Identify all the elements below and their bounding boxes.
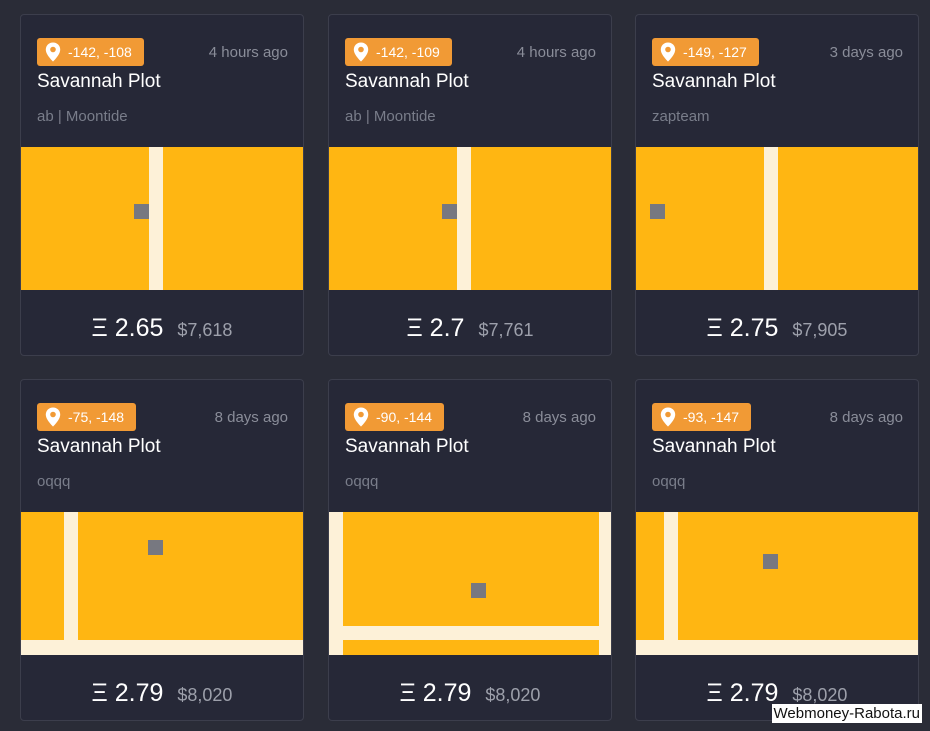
plot-title: Savannah Plot	[345, 436, 469, 457]
plot-title: Savannah Plot	[345, 71, 469, 92]
eth-price: Ξ 2.7	[406, 314, 465, 342]
coordinates-badge: -142, -108	[37, 38, 144, 66]
price-row: Ξ 2.7 $7,761	[329, 314, 611, 343]
plot-map	[636, 147, 918, 290]
road	[21, 640, 303, 655]
coordinates-badge: -149, -127	[652, 38, 759, 66]
plot-marker	[650, 204, 665, 219]
watermark: Webmoney-Rabota.ru	[771, 704, 922, 723]
location-pin-icon	[45, 42, 61, 62]
location-pin-icon	[45, 407, 61, 427]
plot-listing-grid: -142, -108 4 hours ago Savannah Plot ab …	[0, 0, 930, 731]
listing-time: 8 days ago	[522, 409, 596, 426]
price-row: Ξ 2.65 $7,618	[21, 314, 303, 343]
coordinates-text: -142, -108	[68, 44, 132, 60]
eth-price: Ξ 2.65	[91, 314, 164, 342]
road	[636, 640, 918, 655]
listing-time: 4 hours ago	[208, 44, 288, 61]
road	[664, 512, 678, 655]
plot-title: Savannah Plot	[37, 436, 161, 457]
coordinates-badge: -90, -144	[345, 403, 445, 431]
plot-title: Savannah Plot	[652, 71, 776, 92]
coordinates-text: -75, -148	[68, 409, 125, 425]
usd-price: $8,020	[177, 685, 233, 705]
plot-owner: zapteam	[652, 108, 710, 125]
plot-owner: ab | Moontide	[37, 108, 128, 125]
usd-price: $7,905	[792, 320, 848, 340]
eth-price: Ξ 2.79	[91, 679, 164, 707]
plot-title: Savannah Plot	[652, 436, 776, 457]
coordinates-text: -142, -109	[376, 44, 440, 60]
plot-map	[636, 512, 918, 655]
usd-price: $7,618	[177, 320, 233, 340]
plot-map	[329, 512, 611, 655]
plot-marker	[134, 204, 149, 219]
price-row: Ξ 2.75 $7,905	[636, 314, 918, 343]
plot-marker	[763, 554, 778, 569]
usd-price: $8,020	[485, 685, 541, 705]
road	[64, 512, 78, 655]
eth-price: Ξ 2.79	[706, 679, 779, 707]
road	[764, 147, 778, 290]
coordinates-text: -149, -127	[683, 44, 747, 60]
plot-card[interactable]: -90, -144 8 days ago Savannah Plot oqqq …	[328, 379, 612, 721]
location-pin-icon	[353, 407, 369, 427]
plot-title: Savannah Plot	[37, 71, 161, 92]
location-pin-icon	[353, 42, 369, 62]
price-row: Ξ 2.79 $8,020	[329, 679, 611, 708]
plot-map	[21, 147, 303, 290]
eth-price: Ξ 2.75	[706, 314, 779, 342]
plot-owner: oqqq	[37, 473, 71, 490]
plot-card[interactable]: -142, -109 4 hours ago Savannah Plot ab …	[328, 14, 612, 356]
plot-map	[329, 147, 611, 290]
price-row: Ξ 2.79 $8,020	[21, 679, 303, 708]
plot-card[interactable]: -93, -147 8 days ago Savannah Plot oqqq …	[635, 379, 919, 721]
plot-card[interactable]: -149, -127 3 days ago Savannah Plot zapt…	[635, 14, 919, 356]
listing-time: 3 days ago	[829, 44, 903, 61]
coordinates-badge: -93, -147	[652, 403, 752, 431]
plot-owner: ab | Moontide	[345, 108, 436, 125]
usd-price: $8,020	[792, 685, 848, 705]
listing-time: 8 days ago	[214, 409, 288, 426]
plot-marker	[471, 583, 486, 598]
eth-price: Ξ 2.79	[399, 679, 472, 707]
listing-time: 4 hours ago	[516, 44, 596, 61]
road	[329, 626, 611, 640]
plot-card[interactable]: -75, -148 8 days ago Savannah Plot oqqq …	[20, 379, 304, 721]
plot-marker	[442, 204, 457, 219]
plot-owner: oqqq	[652, 473, 686, 490]
coordinates-text: -93, -147	[683, 409, 740, 425]
usd-price: $7,761	[478, 320, 534, 340]
location-pin-icon	[660, 42, 676, 62]
plot-card[interactable]: -142, -108 4 hours ago Savannah Plot ab …	[20, 14, 304, 356]
coordinates-badge: -142, -109	[345, 38, 452, 66]
plot-marker	[148, 540, 163, 555]
plot-owner: oqqq	[345, 473, 379, 490]
listing-time: 8 days ago	[829, 409, 903, 426]
coordinates-badge: -75, -148	[37, 403, 137, 431]
coordinates-text: -90, -144	[376, 409, 433, 425]
road	[457, 147, 471, 290]
location-pin-icon	[660, 407, 676, 427]
plot-map	[21, 512, 303, 655]
road	[149, 147, 163, 290]
